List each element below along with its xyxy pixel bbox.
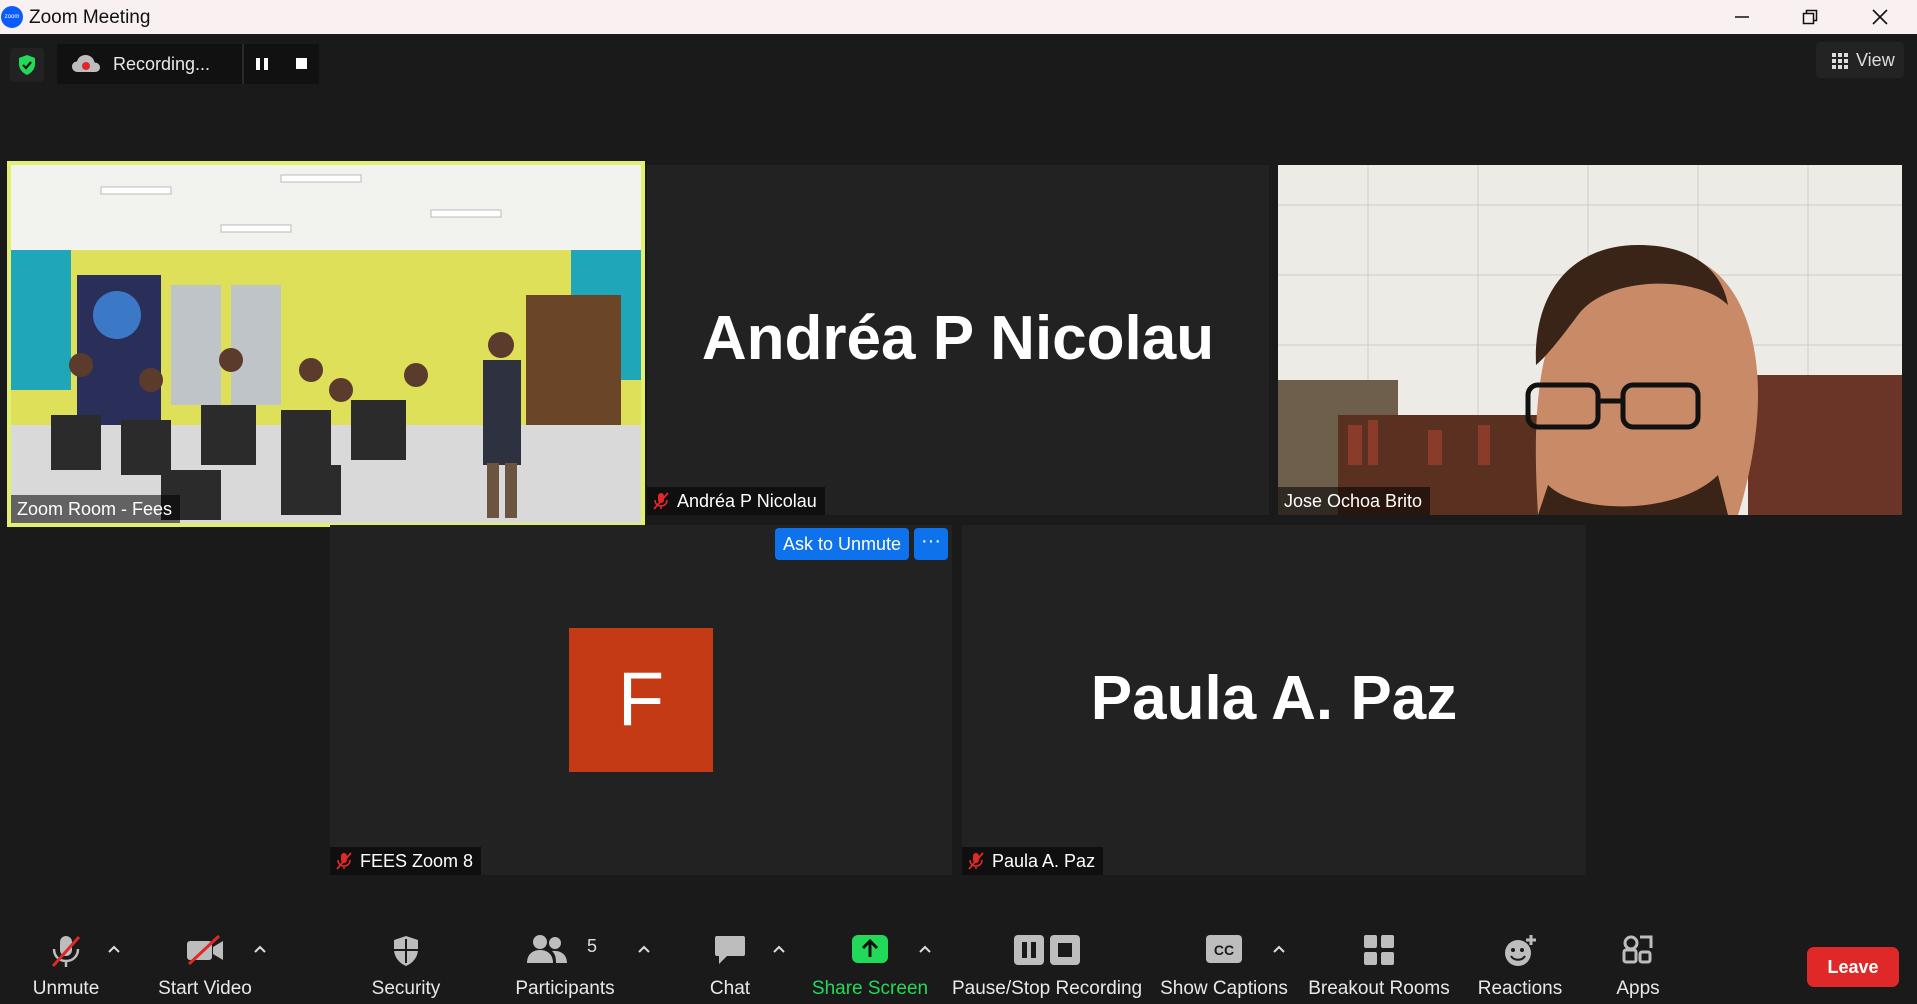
start-video-label: Start Video [158,978,252,999]
meeting-topbar: Recording... View [0,34,1917,94]
stop-recording-icon[interactable] [296,58,307,69]
closed-captions-icon: CC [1206,935,1242,963]
unmute-label: Unmute [32,978,100,999]
grid-view-icon [1832,53,1848,69]
video-off-icon [187,934,223,966]
apps-icon [1622,935,1653,964]
close-button[interactable] [1850,0,1910,34]
pause-stop-recording-button[interactable]: Pause/Stop Recording [952,920,1142,1004]
share-screen-label: Share Screen [811,978,929,999]
participants-count: 5 [587,936,598,956]
breakout-rooms-label: Breakout Rooms [1308,978,1450,999]
participant-display-name: Paula A. Paz [1090,664,1458,733]
show-captions-button[interactable]: CC Show Captions [1160,920,1288,1004]
participant-name: Paula A. Paz [992,850,1096,871]
participant-name: Zoom Room - Fees [17,498,173,519]
participant-name: Andréa P Nicolau [677,490,817,511]
smiley-reaction-icon [1505,935,1536,966]
security-shield-icon [394,936,418,966]
participant-name-chip: FEES Zoom 8 [330,847,482,875]
participant-avatar: F [569,628,713,772]
participant-name: FEES Zoom 8 [360,850,474,871]
share-screen-button[interactable]: Share Screen [810,920,930,1004]
muted-mic-icon [653,492,669,510]
chat-button[interactable]: Chat [690,920,770,1004]
meeting-toolbar: Unmute Start Video Security 5 Participan… [0,920,1917,1004]
muted-mic-icon [336,852,352,870]
participant-display-name: Andréa P Nicolau [701,304,1215,373]
muted-mic-icon [968,852,984,870]
video-tile-jose[interactable]: Jose Ochoa Brito [1278,165,1902,515]
participants-icon [527,935,567,963]
unmute-button[interactable]: Unmute [16,920,116,1004]
audio-options-chevron-icon[interactable] [106,942,122,958]
chat-options-chevron-icon[interactable] [771,942,787,958]
recording-divider [242,44,244,84]
participant-name: Jose Ochoa Brito [1284,490,1423,511]
minimize-icon [1735,16,1749,18]
recording-indicator: Recording... [57,44,319,84]
restore-icon [1802,9,1818,25]
recording-status-text: Recording... [113,54,211,74]
leave-button[interactable]: Leave [1807,947,1899,987]
participant-name-chip: Paula A. Paz [962,847,1104,875]
encryption-shield-button[interactable] [10,48,44,82]
participant-name-chip: Zoom Room - Fees [11,495,181,523]
close-icon [1872,9,1888,25]
pause-stop-recording-label: Pause/Stop Recording [952,978,1143,999]
video-tile-andrea[interactable]: Andréa P Nicolau Andréa P Nicolau [647,165,1269,515]
participant-name-chip: Jose Ochoa Brito [1278,487,1431,515]
chat-label: Chat [709,978,751,999]
participants-label: Participants [515,978,615,999]
muted-mic-icon [51,935,81,968]
start-video-button[interactable]: Start Video [150,920,260,1004]
security-button[interactable]: Security [356,920,456,1004]
breakout-rooms-button[interactable]: Breakout Rooms [1305,920,1453,1004]
view-button[interactable]: View [1816,42,1904,78]
window-titlebar: zoom Zoom Meeting [0,0,1917,34]
verified-shield-icon [19,55,35,75]
cloud-recording-icon [72,55,100,72]
zoom-logo-icon: zoom [1,6,23,28]
view-label: View [1856,50,1895,70]
apps-label: Apps [1616,978,1660,999]
video-tile-fees-zoom-8[interactable]: F FEES Zoom 8 [330,525,952,875]
video-tile-zoom-room[interactable]: Zoom Room - Fees [7,161,645,527]
reactions-button[interactable]: Reactions [1470,920,1570,1004]
ask-to-unmute-button[interactable]: Ask to Unmute [775,528,910,560]
svg-text:CC: CC [1214,942,1234,958]
restore-button[interactable] [1780,0,1840,34]
reactions-label: Reactions [1477,978,1563,999]
classroom-video-feed [11,165,641,523]
show-captions-label: Show Captions [1160,978,1288,999]
captions-options-chevron-icon[interactable] [1271,942,1287,958]
video-options-chevron-icon[interactable] [252,942,268,958]
pause-recording-icon[interactable] [256,58,268,70]
apps-button[interactable]: Apps [1598,920,1678,1004]
person-video-feed [1278,165,1902,515]
participant-name-chip: Andréa P Nicolau [647,487,825,515]
minimize-button[interactable] [1712,0,1772,34]
share-screen-arrow-icon [852,935,888,963]
participants-options-chevron-icon[interactable] [636,942,652,958]
chat-bubble-icon [715,936,745,964]
video-tile-paula[interactable]: Paula A. Paz Paula A. Paz [962,525,1586,875]
security-label: Security [371,978,441,999]
window-title: Zoom Meeting [29,7,151,28]
participants-button[interactable]: 5 Participants [505,920,625,1004]
breakout-rooms-icon [1364,935,1394,965]
pause-stop-recording-icon [1014,935,1080,965]
share-options-chevron-icon[interactable] [917,942,933,958]
tile-more-options-button[interactable]: ··· [914,528,948,560]
